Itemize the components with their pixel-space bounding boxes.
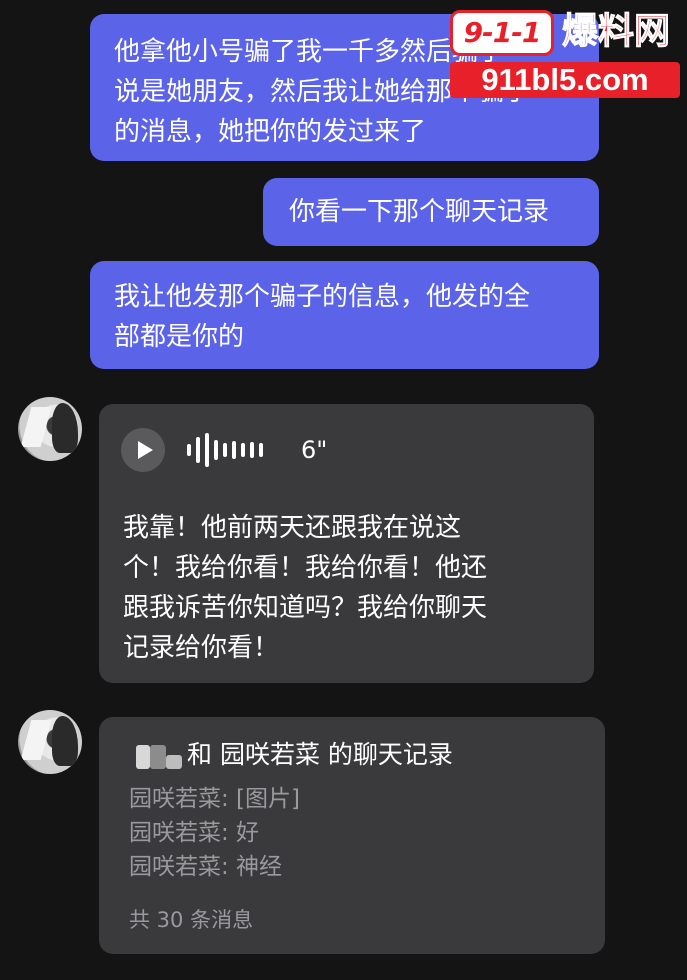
transcript-line: 我靠！他前两天还跟我在说这 (123, 513, 462, 543)
message-text-line: 我让他发那个骗子的信息，他发的全 (114, 282, 531, 312)
forwarded-chat-title: 和 园咲若菜 的聊天记录 (187, 740, 453, 769)
transcript-line: 跟我诉苦你知道吗？我给你聊天 (123, 593, 488, 623)
chat-thread: 他拿他小号骗了我一千多然后骗了 说是她朋友，然后我让她给那个骗子 的消息，她把你… (0, 0, 687, 980)
message-text-line: 部都是你的 (114, 322, 245, 352)
contact-avatar[interactable] (18, 710, 82, 774)
forwarded-chat-line: 园咲若菜: 神经 (129, 854, 283, 880)
avatar-glare (20, 407, 52, 447)
message-text-line: 你看一下那个聊天记录 (289, 197, 550, 227)
avatar-hair (52, 716, 78, 766)
incoming-voice-message[interactable]: 6" 我靠！他前两天还跟我在说这 个！我给你看！我给你看！他还 跟我诉苦你知道吗… (99, 404, 594, 683)
avatar-hair (52, 403, 78, 453)
forwarded-chat-line: 园咲若菜: 好 (129, 820, 260, 846)
voice-duration: 6" (301, 436, 328, 464)
watermark-logo: 9-1-1 (450, 10, 554, 56)
outgoing-message[interactable]: 你看一下那个聊天记录 (263, 178, 599, 246)
forwarded-chat-line: 园咲若菜: [图片] (129, 786, 301, 812)
outgoing-message[interactable]: 我让他发那个骗子的信息，他发的全 部都是你的 (90, 261, 599, 369)
watermark-url: 911bl5.com (450, 62, 680, 98)
forwarded-chat-count: 共 30 条消息 (129, 908, 254, 932)
site-watermark: 9-1-1 爆料网 911bl5.com (440, 8, 684, 100)
voice-transcript: 我靠！他前两天还跟我在说这 个！我给你看！我给你看！他还 跟我诉苦你知道吗？我给… (123, 508, 487, 668)
contact-avatar[interactable] (18, 397, 82, 461)
watermark-brand: 爆料网 (561, 11, 671, 53)
message-text-line: 的消息，她把你的发过来了 (114, 117, 427, 147)
avatar-glare (20, 720, 52, 760)
blurred-name-mosaic (136, 741, 186, 771)
transcript-line: 记录给你看！ (123, 633, 280, 663)
transcript-line: 个！我给你看！我给你看！他还 (123, 553, 488, 583)
voice-waveform-icon (187, 432, 263, 468)
play-icon[interactable] (121, 428, 165, 472)
